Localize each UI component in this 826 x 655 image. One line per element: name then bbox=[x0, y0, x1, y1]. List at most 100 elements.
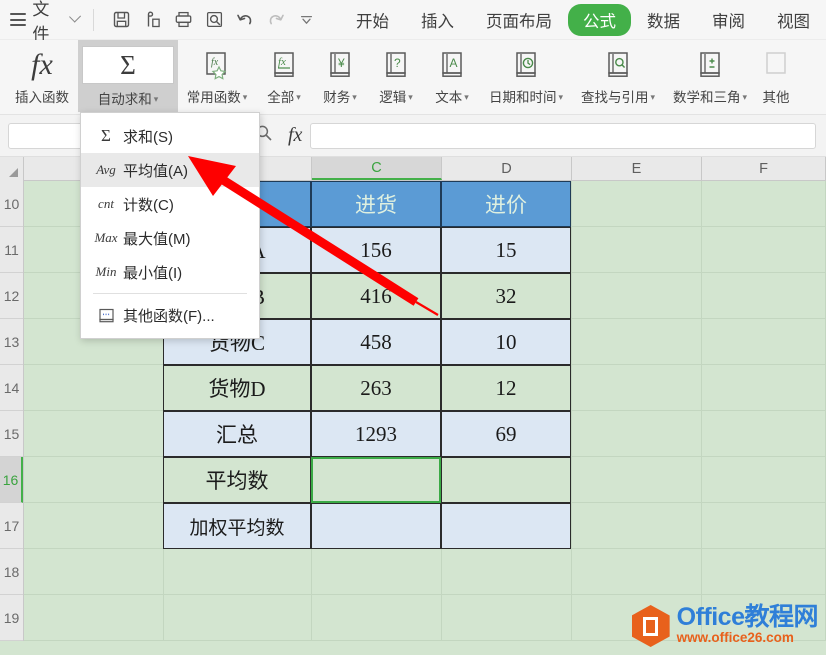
row-header-12[interactable]: 12 bbox=[0, 273, 23, 319]
cell-d13[interactable]: 10 bbox=[441, 319, 571, 365]
column-header-d[interactable]: D bbox=[442, 157, 572, 180]
table-header-price[interactable]: 进价 bbox=[441, 181, 571, 227]
math-trig-label: 数学和三角 bbox=[673, 90, 741, 105]
financial-button[interactable]: ¥ 财务▾ bbox=[312, 40, 368, 106]
menu-item-count[interactable]: cnt 计数(C) bbox=[81, 187, 259, 221]
table-row: 货物D 263 12 bbox=[163, 365, 571, 411]
menu-item-average-label: 平均值(A) bbox=[123, 160, 188, 181]
print-preview-icon[interactable] bbox=[199, 5, 230, 35]
row-header-14[interactable]: 14 bbox=[0, 365, 23, 411]
tab-data[interactable]: 数据 bbox=[631, 5, 696, 35]
redo-icon[interactable] bbox=[260, 5, 291, 35]
row-header-19[interactable]: 19 bbox=[0, 595, 23, 641]
hamburger-icon[interactable] bbox=[10, 13, 26, 26]
date-time-label: 日期和时间 bbox=[489, 90, 557, 105]
tab-start[interactable]: 开始 bbox=[340, 5, 405, 35]
cell-c13[interactable]: 458 bbox=[311, 319, 441, 365]
all-functions-button[interactable]: fx 全部▾ bbox=[256, 40, 312, 106]
cell-d15[interactable]: 69 bbox=[441, 411, 571, 457]
cell-b17[interactable]: 加权平均数 bbox=[163, 503, 311, 549]
cell-d17[interactable] bbox=[441, 503, 571, 549]
math-trig-button[interactable]: 数学和三角▾ bbox=[664, 40, 756, 106]
question-book-icon: ? bbox=[382, 46, 411, 84]
cell-d11[interactable]: 15 bbox=[441, 227, 571, 273]
toolbar-divider bbox=[93, 9, 94, 31]
cell-d12[interactable]: 32 bbox=[441, 273, 571, 319]
row-header-16[interactable]: 16 bbox=[0, 457, 23, 503]
svg-text:?: ? bbox=[394, 56, 401, 70]
title-bar: 文件 开始 插入 页面布局 公式 数据 审阅 视图 bbox=[0, 0, 826, 40]
date-time-button[interactable]: 日期和时间▾ bbox=[480, 40, 572, 106]
grid-row bbox=[24, 549, 826, 595]
fx-icon[interactable]: fx bbox=[288, 124, 302, 147]
column-header-e[interactable]: E bbox=[572, 157, 702, 180]
insert-function-button[interactable]: fx 插入函数 bbox=[6, 40, 78, 106]
logical-label: 逻辑 bbox=[379, 90, 406, 105]
formula-input[interactable] bbox=[310, 123, 816, 149]
other-functions-button[interactable]: 其他 bbox=[756, 40, 796, 106]
output-pdf-icon[interactable] bbox=[137, 5, 168, 35]
logical-button[interactable]: ? 逻辑▾ bbox=[368, 40, 424, 106]
cell-b15[interactable]: 汇总 bbox=[163, 411, 311, 457]
save-icon[interactable] bbox=[106, 5, 137, 35]
tab-review[interactable]: 审阅 bbox=[696, 5, 761, 35]
cell-d14[interactable]: 12 bbox=[441, 365, 571, 411]
undo-icon[interactable] bbox=[230, 5, 261, 35]
cell-c14[interactable]: 263 bbox=[311, 365, 441, 411]
select-all-corner[interactable] bbox=[0, 157, 24, 181]
tab-view[interactable]: 视图 bbox=[761, 5, 826, 35]
cell-d16[interactable] bbox=[441, 457, 571, 503]
chevron-down-icon[interactable] bbox=[69, 11, 81, 23]
menu-item-average[interactable]: Avg 平均值(A) bbox=[81, 153, 259, 187]
common-functions-button[interactable]: fx 常用函数▾ bbox=[178, 40, 256, 106]
clock-book-icon bbox=[512, 46, 541, 84]
print-icon[interactable] bbox=[168, 5, 199, 35]
column-header-f[interactable]: F bbox=[702, 157, 826, 180]
sigma-icon: Σ bbox=[89, 126, 123, 146]
column-header-c[interactable]: C bbox=[312, 157, 442, 180]
tab-page-layout[interactable]: 页面布局 bbox=[470, 5, 568, 35]
text-button[interactable]: A 文本▾ bbox=[424, 40, 480, 106]
chevron-down-icon: ▾ bbox=[352, 92, 357, 102]
customize-chevron-icon[interactable] bbox=[291, 5, 322, 35]
menu-item-more-functions-label: 其他函数(F)... bbox=[123, 305, 215, 326]
svg-text:fx: fx bbox=[211, 57, 219, 68]
row-header-11[interactable]: 11 bbox=[0, 227, 23, 273]
all-functions-label: 全部 bbox=[267, 90, 294, 105]
watermark-title: Office教程网 bbox=[677, 605, 818, 630]
row-header-13[interactable]: 13 bbox=[0, 319, 23, 365]
menu-item-more-functions[interactable]: 其他函数(F)... bbox=[81, 298, 259, 332]
row-header-15[interactable]: 15 bbox=[0, 411, 23, 457]
cell-c12[interactable]: 416 bbox=[311, 273, 441, 319]
tab-insert[interactable]: 插入 bbox=[405, 5, 470, 35]
row-header-10[interactable]: 10 bbox=[0, 181, 23, 227]
chevron-down-icon: ▾ bbox=[742, 92, 747, 102]
menu-item-max[interactable]: Max 最大值(M) bbox=[81, 221, 259, 255]
row-header-column: 10 11 12 13 14 15 16 17 18 19 bbox=[0, 181, 24, 641]
lookup-reference-button[interactable]: 查找与引用▾ bbox=[572, 40, 664, 106]
autosum-button[interactable]: Σ 自动求和▾ bbox=[78, 40, 178, 112]
cell-c15[interactable]: 1293 bbox=[311, 411, 441, 457]
text-label: 文本 bbox=[435, 90, 462, 105]
menu-item-min[interactable]: Min 最小值(I) bbox=[81, 255, 259, 289]
chevron-down-icon: ▾ bbox=[154, 94, 159, 104]
cell-c17[interactable] bbox=[311, 503, 441, 549]
tab-formulas[interactable]: 公式 bbox=[568, 4, 631, 36]
financial-label: 财务 bbox=[323, 90, 350, 105]
cell-b14[interactable]: 货物D bbox=[163, 365, 311, 411]
row-header-17[interactable]: 17 bbox=[0, 503, 23, 549]
menu-item-count-label: 计数(C) bbox=[123, 194, 174, 215]
menu-item-sum[interactable]: Σ 求和(S) bbox=[81, 119, 259, 153]
menu-item-max-label: 最大值(M) bbox=[123, 228, 191, 249]
row-header-18[interactable]: 18 bbox=[0, 549, 23, 595]
autosum-label: 自动求和 bbox=[98, 92, 152, 107]
watermark: Office教程网 www.office26.com bbox=[632, 605, 818, 647]
cell-c11[interactable]: 156 bbox=[311, 227, 441, 273]
chevron-down-icon: ▾ bbox=[558, 92, 563, 102]
cell-c16-selected[interactable] bbox=[311, 457, 441, 503]
more-book-icon bbox=[762, 46, 791, 84]
cell-b16[interactable]: 平均数 bbox=[163, 457, 311, 503]
currency-book-icon: ¥ bbox=[326, 46, 355, 84]
table-header-quantity[interactable]: 进货 bbox=[311, 181, 441, 227]
file-menu-button[interactable]: 文件 bbox=[32, 0, 64, 45]
